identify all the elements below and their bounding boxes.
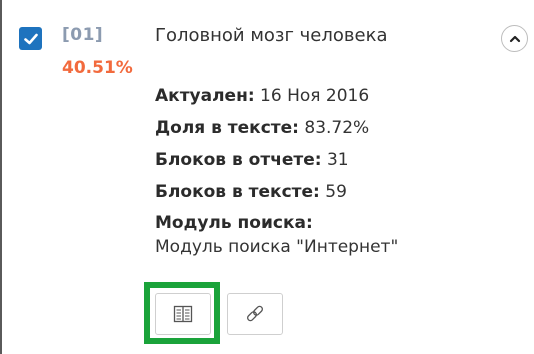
actual-row: Актуален: 16 Ноя 2016 xyxy=(155,80,398,112)
link-icon xyxy=(247,305,263,322)
collapse-button[interactable] xyxy=(501,25,528,52)
open-source-button[interactable] xyxy=(155,293,211,335)
blocks-text-label: Блоков в тексте: xyxy=(155,182,320,202)
module-value: Модуль поиска "Интернет" xyxy=(155,237,399,257)
checkmark-icon xyxy=(23,33,38,44)
source-checkbox[interactable] xyxy=(19,27,42,50)
source-details: Актуален: 16 Ноя 2016 Доля в тексте: 83.… xyxy=(155,80,398,262)
actual-label: Актуален: xyxy=(155,86,255,106)
source-card: [01] 40.51% Головной мозг человека Актуа… xyxy=(0,0,534,354)
blocks-text-value: 59 xyxy=(325,182,347,202)
blocks-report-row: Блоков в отчете: 31 xyxy=(155,144,398,176)
book-icon xyxy=(173,305,193,323)
actual-value: 16 Ноя 2016 xyxy=(260,86,370,106)
source-title[interactable]: Головной мозг человека xyxy=(155,25,387,46)
share-row: Доля в тексте: 83.72% xyxy=(155,112,398,144)
share-value: 83.72% xyxy=(304,118,370,138)
source-index: [01] xyxy=(62,25,104,45)
source-percent: 40.51% xyxy=(62,58,133,78)
blocks-report-value: 31 xyxy=(326,150,349,170)
module-label: Модуль поиска: xyxy=(155,213,313,233)
blocks-report-label: Блоков в отчете: xyxy=(155,150,322,170)
copy-link-button[interactable] xyxy=(227,293,283,335)
share-label: Доля в тексте: xyxy=(155,118,299,138)
blocks-text-row: Блоков в тексте: 59 xyxy=(155,176,398,208)
left-divider xyxy=(0,0,2,354)
chevron-up-icon xyxy=(509,35,520,42)
